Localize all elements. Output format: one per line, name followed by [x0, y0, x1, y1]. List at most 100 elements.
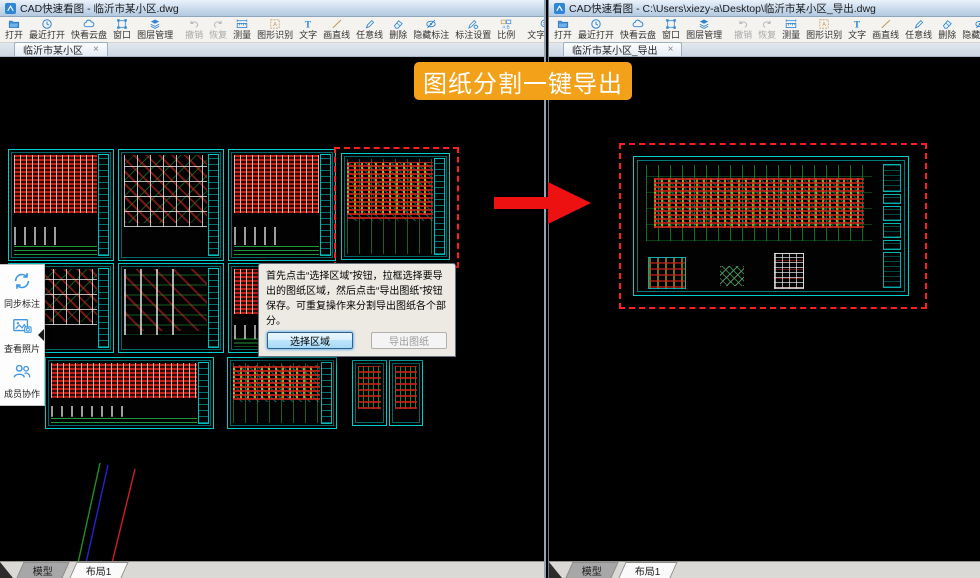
tab-close-icon[interactable]: × [93, 45, 99, 54]
toolbar-button-layers[interactable]: 图层管理 [683, 18, 725, 42]
exported-drawing-sheet [633, 156, 909, 296]
right-titlebar[interactable]: CAD快速看图 - C:\Users\xiezy-a\Desktop\临沂市某小… [549, 0, 980, 17]
scale-icon: A:B [499, 18, 513, 30]
model-space-tab[interactable]: 模型 [16, 562, 69, 578]
tab-label: 临沂市某小区 [23, 42, 83, 57]
toolbar-button-window[interactable]: 窗口 [659, 18, 683, 42]
toolbar-button-line[interactable]: 画直线 [320, 18, 353, 42]
toolbar-button-text[interactable]: T文字 [296, 18, 320, 42]
toolbar-button-recent[interactable]: 最近打开 [575, 18, 617, 42]
toolbar-button-label: 文字查找 [527, 30, 544, 41]
toolbar-button-search[interactable]: 文字查找 [524, 18, 544, 42]
photo-icon [12, 316, 32, 341]
toolbar-button-label: 恢复 [209, 30, 227, 41]
toolbar-button-cloud[interactable]: 快看云盘 [617, 18, 659, 42]
drawing-sheet [389, 360, 423, 426]
toolbar-button-undo: 撤销 [731, 18, 755, 42]
statusbar-wedge [549, 562, 562, 578]
toolbar-button-recognize[interactable]: A图形识别 [254, 18, 296, 42]
toolbar-button-label: 图层管理 [137, 30, 173, 41]
svg-text:A:B: A:B [503, 25, 510, 30]
toolbar-button-scale[interactable]: A:B比例 [494, 18, 518, 42]
markset-icon [466, 18, 480, 30]
left-drawing-tab[interactable]: 临沂市某小区 × [14, 42, 108, 56]
right-cad-canvas[interactable] [549, 57, 980, 561]
recent-icon [40, 18, 54, 30]
red-arrow [486, 178, 598, 228]
drawing-sheet [352, 360, 387, 426]
toolbar-button-label: 快看云盘 [620, 30, 656, 41]
toolbar-button-label: 删除 [938, 30, 956, 41]
toolbar-button-open[interactable]: 打开 [551, 18, 575, 42]
toolbar-button-markset[interactable]: 标注设置 [452, 18, 494, 42]
left-titlebar[interactable]: CAD快速看图 - 临沂市某小区.dwg [0, 0, 544, 17]
left-toolbar: 打开最近打开快看云盘窗口图层管理 撤销恢复测量A图形识别T文字画直线任意线删除隐藏… [0, 17, 544, 43]
dialog-buttons: 选择区域 导出图纸 [259, 329, 455, 356]
sync-icon [12, 271, 32, 296]
toolbar-button-freeline[interactable]: 任意线 [353, 18, 386, 42]
toolbar-button-recent[interactable]: 最近打开 [26, 18, 68, 42]
model-space-tab[interactable]: 模型 [565, 562, 618, 578]
toolbar-button-label: 撤销 [185, 30, 203, 41]
toolbar-button-redo: 恢复 [755, 18, 779, 42]
toolbar-button-open[interactable]: 打开 [2, 18, 26, 42]
layers-icon [148, 18, 162, 30]
right-drawing-tab[interactable]: 临沂市某小区_导出 × [563, 42, 682, 56]
toolbar-button-cloud[interactable]: 快看云盘 [68, 18, 110, 42]
toolbar-button-label: 恢复 [758, 30, 776, 41]
toolbar-button-label: 最近打开 [578, 30, 614, 41]
layout1-tab[interactable]: 布局1 [618, 562, 677, 578]
toolbar-button-label: 删除 [389, 30, 407, 41]
layout1-tab[interactable]: 布局1 [69, 562, 128, 578]
toolbar-button-hide[interactable]: 隐藏标注 [959, 18, 980, 42]
team-icon [12, 361, 32, 386]
toolbar-button-label: 最近打开 [29, 30, 65, 41]
split-export-dialog: CAD图纸分割导出 × 首先点击“选择区域”按钮，拉框选择要导出的图纸区域，然后… [258, 263, 456, 357]
toolbar-button-hide[interactable]: 隐藏标注 [410, 18, 452, 42]
hide-icon [973, 18, 980, 30]
window-icon [664, 18, 678, 30]
line-icon [879, 18, 893, 30]
statusbar-wedge [0, 562, 13, 578]
toolbar-button-text[interactable]: T文字 [845, 18, 869, 42]
toolbar-button-erase[interactable]: 删除 [935, 18, 959, 42]
redo-icon [760, 18, 774, 30]
toolbar-button-label: 打开 [554, 30, 572, 41]
toolbar-button-line[interactable]: 画直线 [869, 18, 902, 42]
hide-icon [424, 18, 438, 30]
toolbar-button-measure[interactable]: 测量 [230, 18, 254, 42]
window-icon [115, 18, 129, 30]
erase-icon [940, 18, 954, 30]
svg-text:A: A [822, 22, 826, 28]
right-tabbar: 临沂市某小区_导出 × [549, 43, 980, 57]
toolbar-button-undo: 撤销 [182, 18, 206, 42]
toolbar-button-layers[interactable]: 图层管理 [134, 18, 176, 42]
cloud-icon [82, 18, 96, 30]
left-tabbar: 临沂市某小区 × [0, 43, 544, 57]
svg-text:T: T [854, 19, 861, 30]
select-region-button[interactable]: 选择区域 [267, 332, 353, 349]
panel-collapse-arrow-icon[interactable] [38, 329, 44, 341]
toolbar-button-measure[interactable]: 测量 [779, 18, 803, 42]
left-cad-canvas[interactable]: 同步标注查看照片成员协作 CAD图纸分割导出 × 首先点击“选择区域”按钮，拉框… [0, 57, 544, 561]
toolbar-button-erase[interactable]: 删除 [386, 18, 410, 42]
toolbar-button-label: 文字 [848, 30, 866, 41]
toolbar-button-redo: 恢复 [206, 18, 230, 42]
export-drawing-button: 导出图纸 [371, 332, 447, 349]
floor-plan [646, 165, 872, 241]
toolbar-button-freeline[interactable]: 任意线 [902, 18, 935, 42]
toolbar-button-label: 打开 [5, 30, 23, 41]
drawing-sheet [118, 149, 224, 261]
panel-item-team[interactable]: 成员协作 [0, 358, 44, 403]
panel-item-sync[interactable]: 同步标注 [0, 268, 44, 313]
line-icon [330, 18, 344, 30]
open-icon [7, 18, 21, 30]
toolbar-button-label: 窗口 [662, 30, 680, 41]
panel-item-label: 查看照片 [4, 342, 40, 355]
svg-text:A: A [273, 22, 277, 28]
drawing-sheet [8, 149, 114, 261]
tab-label: 临沂市某小区_导出 [572, 42, 658, 57]
toolbar-button-window[interactable]: 窗口 [110, 18, 134, 42]
toolbar-button-recognize[interactable]: A图形识别 [803, 18, 845, 42]
tab-close-icon[interactable]: × [668, 45, 674, 54]
